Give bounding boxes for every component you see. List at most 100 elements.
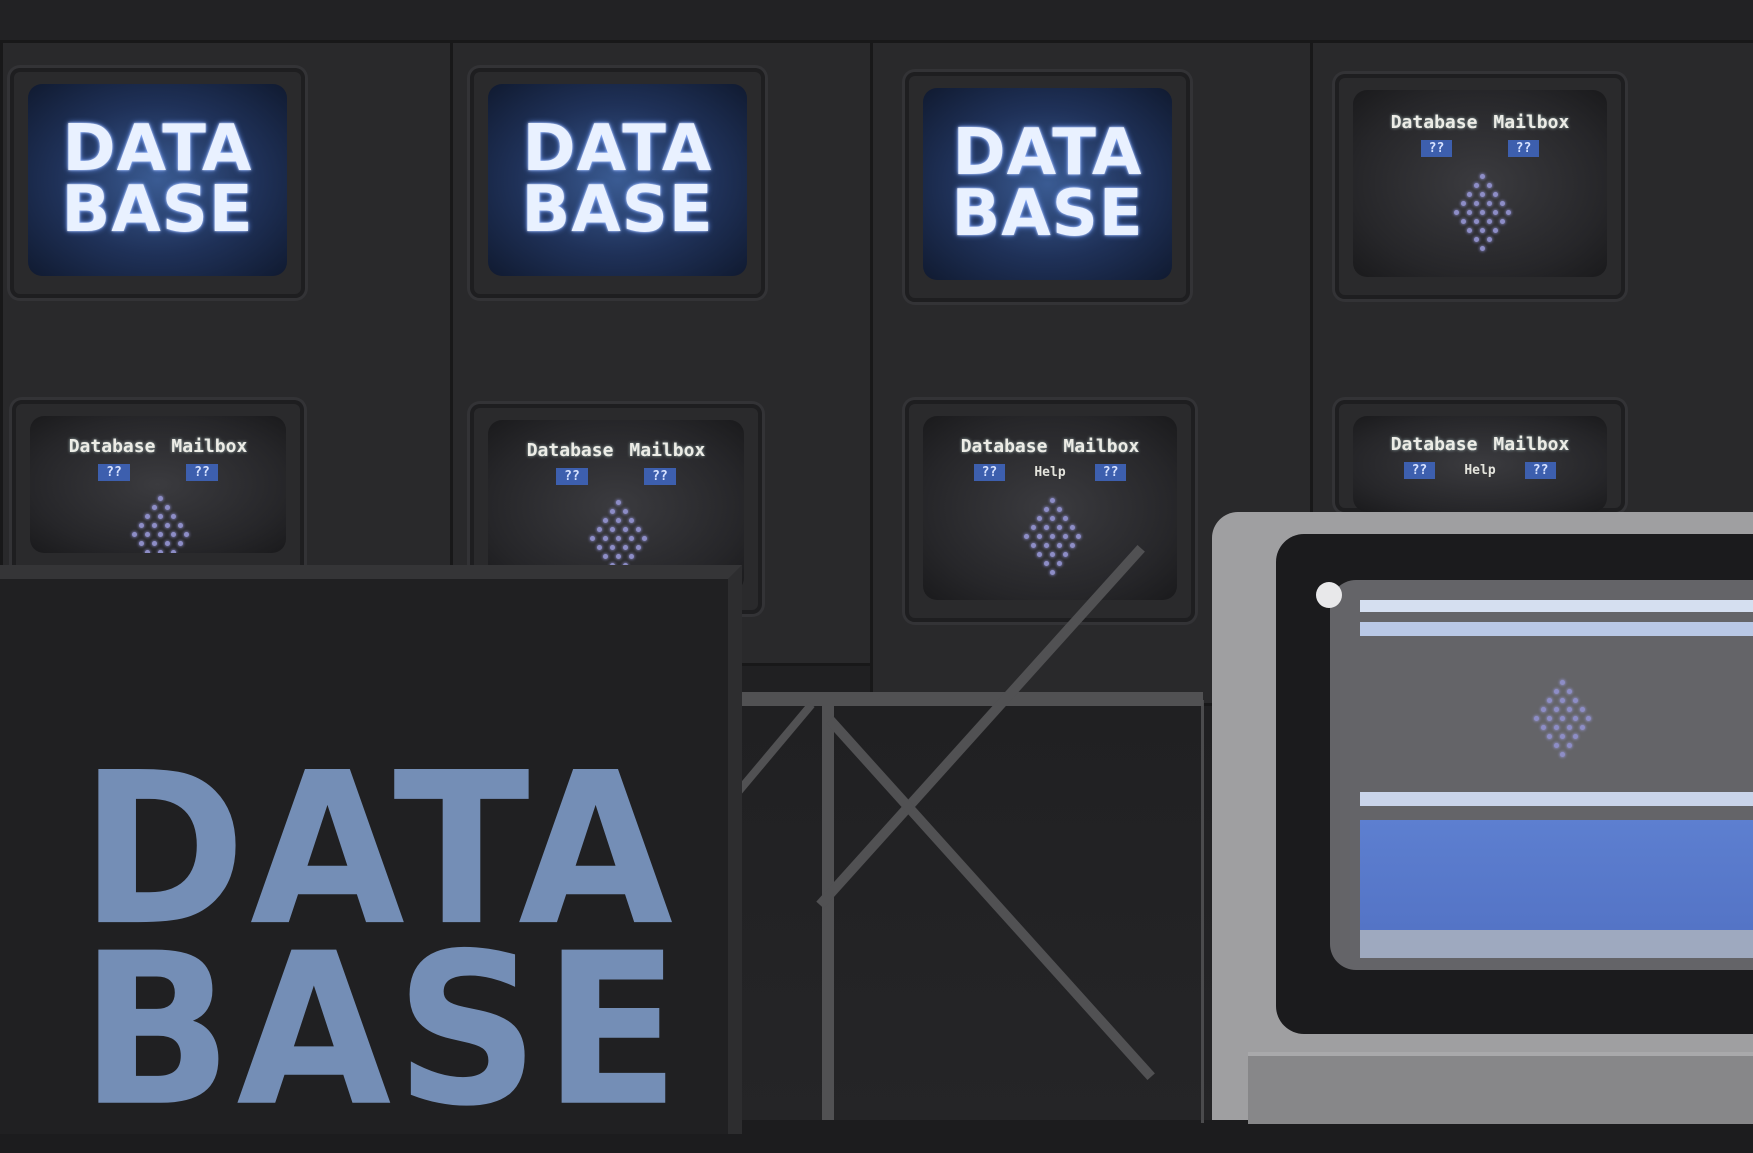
logo-line2: BASE — [61, 173, 254, 247]
tree-dot — [1467, 228, 1472, 233]
menu-title-left: Database — [526, 440, 614, 461]
menu-title-right: Mailbox — [1493, 434, 1570, 455]
tree-dot — [1050, 498, 1055, 503]
tree-dot — [609, 527, 615, 532]
tree-dot — [138, 523, 144, 528]
tree-dot — [629, 536, 634, 541]
tree-dot — [1480, 192, 1485, 197]
tree-dot — [1480, 174, 1485, 179]
tree-dot — [1486, 183, 1492, 188]
tree-dot — [1056, 543, 1062, 548]
tree-dot — [616, 536, 621, 541]
tree-dot — [1063, 552, 1068, 557]
menu-tag-left: ?? — [973, 464, 1006, 481]
tree-dot — [622, 509, 628, 514]
tree-dot — [1063, 534, 1068, 539]
tree-dot — [184, 532, 189, 537]
tree-dot — [609, 545, 615, 550]
tree-dot — [1493, 228, 1498, 233]
tree-dot — [1586, 716, 1591, 721]
big-logo-line2: BASE — [80, 908, 684, 1153]
tree-dot — [1043, 507, 1049, 512]
tree-dot — [145, 514, 150, 519]
tree-dot — [1499, 219, 1505, 224]
tree-dot — [158, 514, 163, 519]
menu-tag-help: Help — [1034, 465, 1066, 480]
screen-title-bar — [1360, 622, 1753, 636]
tree-dot — [1540, 725, 1546, 730]
tree-dot — [1460, 201, 1466, 206]
screen-menu-bar — [1360, 600, 1753, 612]
computer-base — [1248, 1052, 1753, 1124]
tree-dot — [1050, 552, 1055, 557]
tree-dot — [1460, 219, 1466, 224]
menu-tags: ?? ?? — [488, 468, 744, 485]
tree-dot — [635, 545, 641, 550]
menu-tags: ?? ?? — [30, 464, 286, 481]
monitor-row2-1: Database Mailbox ?? ?? — [12, 400, 304, 575]
tv-studio-scene: DATA BASE DATA BASE DATA BASE Database Ma… — [0, 0, 1753, 1153]
tree-dot — [1573, 734, 1578, 739]
personal-computer — [1212, 512, 1753, 1124]
tree-dot — [1037, 534, 1042, 539]
tree-dot — [1473, 237, 1479, 242]
tree-dot — [164, 541, 170, 546]
large-database-logo: DATA BASE — [80, 745, 684, 1153]
menu-tag-left: ?? — [1403, 462, 1436, 479]
tree-dot — [1467, 210, 1472, 215]
monitor-top-4: Database Mailbox ?? ?? — [1335, 74, 1625, 299]
menu-title: Database Mailbox — [1353, 112, 1607, 133]
tree-dot — [1050, 516, 1055, 521]
tree-dot — [158, 496, 163, 501]
tree-dot — [145, 550, 150, 553]
tree-dot — [171, 532, 176, 537]
menu-tag-right: ?? — [1094, 464, 1127, 481]
tree-dot — [1069, 525, 1075, 530]
tree-dot — [616, 500, 621, 505]
menu-title-right: Mailbox — [629, 440, 706, 461]
tree-dot — [1454, 210, 1459, 215]
tree-dot — [1547, 734, 1552, 739]
monitor-top-2: DATA BASE — [470, 68, 765, 298]
tree-dot — [1076, 534, 1081, 539]
monitor-screen: Database Mailbox ?? Help ?? — [923, 416, 1177, 600]
tree-dot — [622, 545, 628, 550]
menu-tags: ?? Help ?? — [923, 464, 1177, 481]
tree-dot — [171, 514, 176, 519]
tree-dot — [596, 527, 602, 532]
tree-dot — [151, 523, 157, 528]
tree-dot — [177, 541, 183, 546]
tree-dot — [158, 550, 163, 553]
tree-dot — [1024, 534, 1029, 539]
menu-tag-right: ?? — [186, 464, 218, 481]
tree-dot — [603, 554, 608, 559]
tree-dot — [629, 518, 634, 523]
tree-dot — [609, 509, 615, 514]
database-logo: DATA BASE — [923, 121, 1172, 246]
tree-dot — [171, 550, 176, 553]
logo-line2: BASE — [521, 173, 714, 247]
menu-tag-left: ?? — [556, 468, 588, 485]
menu-tags: ?? Help ?? — [1353, 462, 1607, 479]
menu-title-right: Mailbox — [1063, 436, 1140, 457]
monitor-screen: DATA BASE — [923, 88, 1172, 280]
tree-dot — [151, 541, 157, 546]
menu-title-left: Database — [1390, 434, 1478, 455]
tree-dot — [616, 554, 621, 559]
tree-dot — [1493, 192, 1498, 197]
tree-dot — [132, 532, 137, 537]
tree-dot — [1467, 192, 1472, 197]
tree-dot — [1540, 707, 1546, 712]
tree-dot — [1063, 516, 1068, 521]
monitor-screen: Database Mailbox ?? ?? — [1353, 90, 1607, 277]
menu-title: Database Mailbox — [30, 436, 286, 457]
tree-dot — [1560, 698, 1565, 703]
tree-dot — [1560, 680, 1565, 685]
tree-dot — [1473, 183, 1479, 188]
menu-tag-left: ?? — [1420, 140, 1453, 157]
logo-line1: DATA — [522, 112, 713, 187]
tree-dot — [1579, 707, 1585, 712]
tree-dot — [1560, 716, 1565, 721]
menu-title-left: Database — [1390, 112, 1478, 133]
menu-tags: ?? ?? — [1353, 140, 1607, 157]
